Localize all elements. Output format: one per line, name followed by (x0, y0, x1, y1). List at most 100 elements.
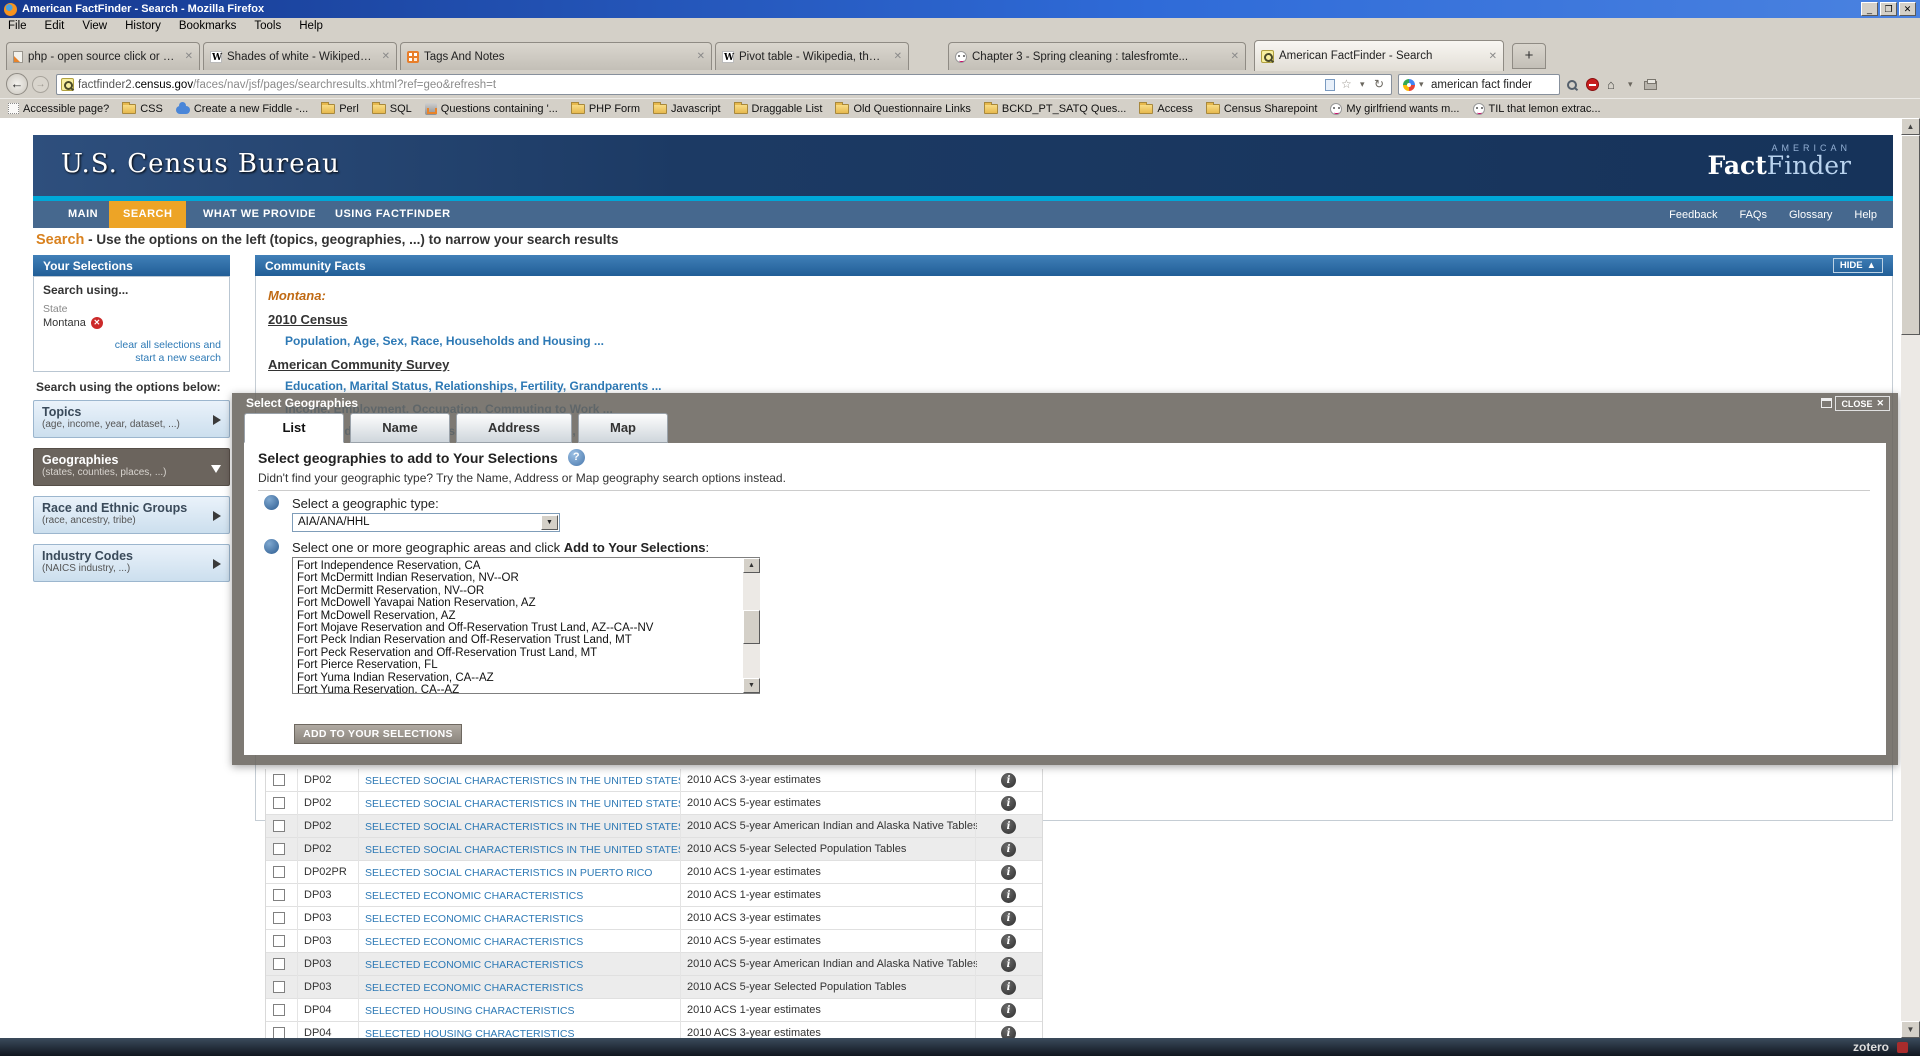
tab-name[interactable]: Name (350, 413, 450, 443)
help-icon[interactable]: ? (567, 449, 585, 466)
listbox-scrollbar[interactable]: ▲ ▼ (743, 558, 760, 693)
menu-item[interactable]: Edit (45, 20, 65, 32)
row-checkbox[interactable] (273, 912, 285, 924)
tab-php-tracking[interactable]: php - open source click or mouse trackin… (6, 42, 200, 70)
bookmark-item[interactable]: CSS (122, 101, 163, 115)
geo-type-select[interactable]: AIA/ANA/HHL ▼ (292, 513, 560, 532)
bookmark-item[interactable]: BCKD_PT_SATQ Ques... (983, 101, 1126, 115)
info-icon[interactable]: i (1001, 865, 1016, 880)
table-link[interactable]: SELECTED ECONOMIC CHARACTERISTICS (365, 936, 681, 948)
bookmark-item[interactable]: Perl (321, 101, 359, 115)
print-icon[interactable] (1644, 79, 1657, 90)
tab-close-icon[interactable]: ✕ (1231, 51, 1239, 62)
scroll-down-icon[interactable]: ▼ (1901, 1021, 1920, 1038)
row-checkbox[interactable] (273, 866, 285, 878)
tab-close-icon[interactable]: ✕ (185, 51, 193, 62)
tab-wikipedia-shades[interactable]: Shades of white - Wikipedia, the free en… (203, 42, 397, 70)
geo-list-item[interactable]: Fort Independence Reservation, CA (297, 560, 759, 572)
add-to-selections-button[interactable]: ADD TO YOUR SELECTIONS (294, 724, 462, 744)
geo-list-item[interactable]: Fort McDermitt Indian Reservation, NV--O… (297, 572, 759, 584)
zotero-icon[interactable] (1897, 1041, 1908, 1053)
tab-close-icon[interactable]: ✕ (1489, 51, 1497, 62)
zotero-label[interactable]: zotero (1853, 1040, 1889, 1054)
row-checkbox[interactable] (273, 1027, 285, 1038)
nav-utility-link[interactable]: Glossary (1789, 209, 1832, 221)
menu-item[interactable]: View (82, 20, 107, 32)
geo-list-item[interactable]: Fort McDowell Reservation, AZ (297, 610, 759, 622)
tab-close-icon[interactable]: ✕ (382, 51, 390, 62)
close-button[interactable]: ✕ (1899, 2, 1916, 16)
accordion-topics[interactable]: Topics (age, income, year, dataset, ...) (33, 400, 230, 438)
nav-what-we-provide[interactable]: WHAT WE PROVIDE (203, 201, 316, 228)
bookmark-item[interactable]: TIL that lemon extrac... (1472, 102, 1601, 115)
info-icon[interactable]: i (1001, 1026, 1016, 1038)
row-checkbox[interactable] (273, 981, 285, 993)
hide-button[interactable]: HIDE ▲ (1832, 258, 1883, 273)
search-engine-dropdown-icon[interactable]: ▾ (1419, 78, 1427, 91)
table-link[interactable]: SELECTED ECONOMIC CHARACTERISTICS (365, 982, 681, 994)
info-icon[interactable]: i (1001, 980, 1016, 995)
remove-selection-icon[interactable]: ✕ (90, 317, 103, 329)
back-button[interactable]: ← (6, 73, 28, 95)
education-link[interactable]: Education, Marital Status, Relationships… (285, 379, 662, 393)
tab-factfinder-active[interactable]: American FactFinder - Search ✕ (1254, 40, 1504, 71)
scrollbar-thumb[interactable] (743, 610, 760, 644)
geo-list-item[interactable]: Fort Pierce Reservation, FL (297, 659, 759, 671)
new-tab-button[interactable]: + (1512, 43, 1546, 69)
tab-address[interactable]: Address (456, 413, 572, 443)
scrollbar-thumb[interactable] (1901, 135, 1920, 335)
accordion-industry-codes[interactable]: Industry Codes (NAICS industry, ...) (33, 544, 230, 582)
geo-list-item[interactable]: Fort Mojave Reservation and Off-Reservat… (297, 622, 759, 634)
bookmark-item[interactable]: Questions containing '... (424, 102, 558, 115)
nav-utility-link[interactable]: Help (1854, 209, 1877, 221)
table-link[interactable]: SELECTED SOCIAL CHARACTERISTICS IN THE U… (365, 775, 681, 787)
bookmark-item[interactable]: Draggable List (733, 101, 822, 115)
geo-list-item[interactable]: Fort Yuma Indian Reservation, CA--AZ (297, 672, 759, 684)
table-link[interactable]: SELECTED HOUSING CHARACTERISTICS (365, 1028, 681, 1038)
info-icon[interactable]: i (1001, 1003, 1016, 1018)
info-icon[interactable]: i (1001, 957, 1016, 972)
bookmark-item[interactable]: Census Sharepoint (1205, 101, 1317, 115)
dialog-close-button[interactable]: CLOSE ✕ (1835, 396, 1890, 411)
menu-item[interactable]: File (8, 20, 27, 32)
accordion-race-ethnic[interactable]: Race and Ethnic Groups (race, ancestry, … (33, 496, 230, 534)
url-dropdown-icon[interactable]: ▾ (1360, 78, 1368, 91)
toolbar-dropdown-icon[interactable]: ▾ (1628, 78, 1636, 91)
scroll-up-icon[interactable]: ▲ (1901, 118, 1920, 135)
dialog-minimize-icon[interactable] (1821, 398, 1832, 408)
geo-list-item[interactable]: Fort McDermitt Reservation, NV--OR (297, 585, 759, 597)
menu-item[interactable]: Tools (254, 20, 281, 32)
minimize-button[interactable]: _ (1861, 2, 1878, 16)
nav-main[interactable]: MAIN (68, 201, 98, 228)
row-checkbox[interactable] (273, 935, 285, 947)
clear-selections-link[interactable]: clear all selections and start a new sea… (115, 339, 221, 365)
row-checkbox[interactable] (273, 889, 285, 901)
geo-list-item[interactable]: Fort Yuma Reservation, CA--AZ (297, 684, 759, 693)
row-checkbox[interactable] (273, 797, 285, 809)
bookmark-item[interactable]: My girlfriend wants m... (1330, 102, 1460, 115)
tab-wikipedia-pivot[interactable]: Pivot table - Wikipedia, the free encycl… (715, 42, 909, 70)
info-icon[interactable]: i (1001, 773, 1016, 788)
home-icon[interactable]: ⌂ (1607, 78, 1620, 91)
nav-utility-link[interactable]: FAQs (1739, 209, 1767, 221)
table-link[interactable]: SELECTED ECONOMIC CHARACTERISTICS (365, 890, 681, 902)
nav-utility-link[interactable]: Feedback (1669, 209, 1717, 221)
tab-tags-notes[interactable]: Tags And Notes ✕ (400, 42, 712, 70)
star-icon[interactable]: ☆ (1341, 78, 1354, 91)
nav-using-factfinder[interactable]: USING FACTFINDER (335, 201, 451, 228)
table-link[interactable]: SELECTED SOCIAL CHARACTERISTICS IN THE U… (365, 844, 681, 856)
table-link[interactable]: SELECTED HOUSING CHARACTERISTICS (365, 1005, 681, 1017)
row-checkbox[interactable] (273, 958, 285, 970)
bookmark-item[interactable]: Create a new Fiddle -... (175, 102, 308, 115)
tab-close-icon[interactable]: ✕ (697, 51, 705, 62)
menu-item[interactable]: Help (299, 20, 323, 32)
geo-list-item[interactable]: Fort McDowell Yavapai Nation Reservation… (297, 597, 759, 609)
bookmark-item[interactable]: Javascript (652, 101, 721, 115)
search-bar[interactable]: ▾ american fact finder (1398, 74, 1560, 95)
tab-reddit-chapter3[interactable]: Chapter 3 - Spring cleaning : talesfromt… (948, 42, 1246, 70)
search-go-icon[interactable] (1566, 79, 1578, 91)
bookmark-item[interactable]: SQL (371, 101, 412, 115)
population-link[interactable]: Population, Age, Sex, Race, Households a… (285, 334, 604, 348)
row-checkbox[interactable] (273, 843, 285, 855)
info-icon[interactable]: i (1001, 911, 1016, 926)
